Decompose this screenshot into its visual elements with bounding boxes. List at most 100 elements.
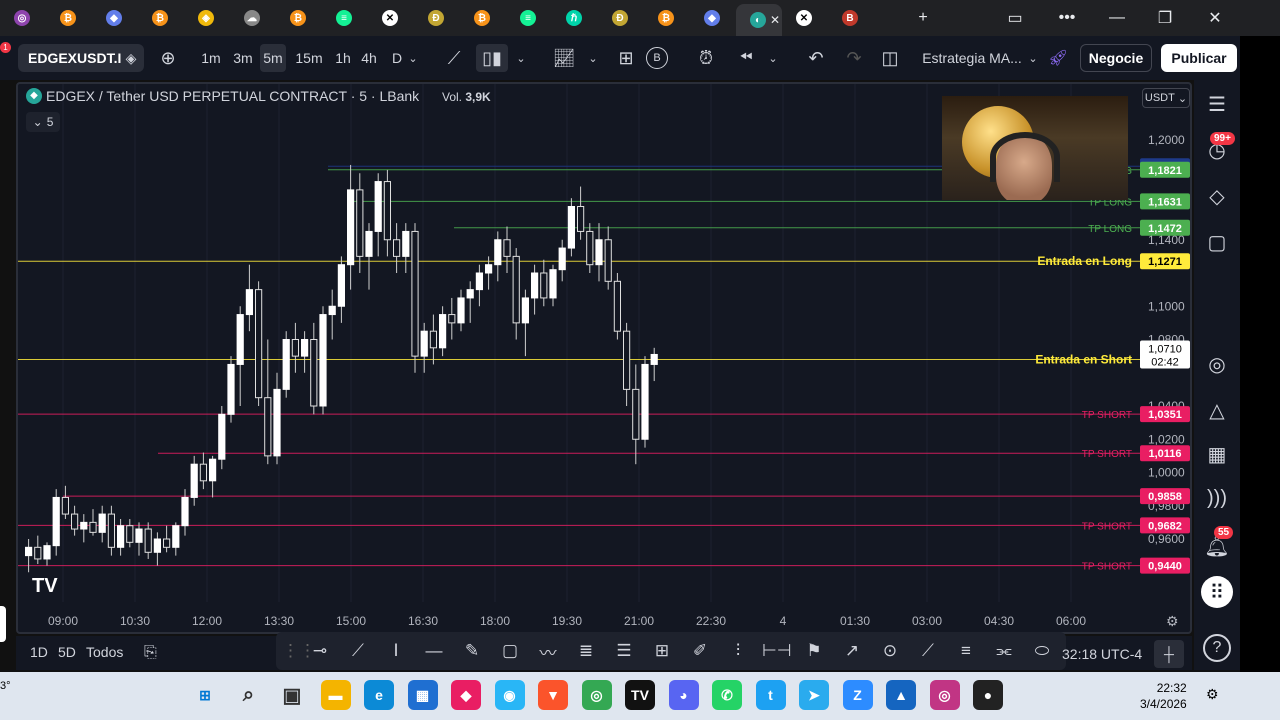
- gem-icon[interactable]: ◆: [451, 680, 481, 710]
- brush-icon[interactable]: ✐: [686, 641, 714, 661]
- close-tab-icon[interactable]: ✕: [770, 13, 780, 27]
- rocket-icon[interactable]: 🚀︎: [1046, 44, 1070, 72]
- interval-1m[interactable]: 1m: [198, 44, 224, 72]
- chevron-down-icon[interactable]: ⌄: [584, 44, 602, 72]
- channel-icon[interactable]: ⫘: [990, 641, 1018, 661]
- date-range-tool-icon[interactable]: ⊢⊣: [762, 641, 792, 661]
- screen-icon[interactable]: ▭: [992, 0, 1038, 36]
- windows-start-icon[interactable]: ⊞: [190, 680, 220, 710]
- tradingview-icon[interactable]: TV: [625, 680, 655, 710]
- new-tab-button[interactable]: +: [900, 0, 946, 36]
- browser-tab[interactable]: ☁: [230, 4, 276, 32]
- browser-tab[interactable]: ◆: [690, 4, 736, 32]
- chevron-down-icon[interactable]: ⌄: [404, 44, 422, 72]
- layers-icon[interactable]: ◇: [1203, 182, 1231, 210]
- browser-tab[interactable]: ℏ: [552, 4, 598, 32]
- ray-icon[interactable]: ↗: [838, 641, 866, 661]
- range-1d[interactable]: 1D: [30, 644, 48, 660]
- browser-tab[interactable]: ◆: [92, 4, 138, 32]
- browser-tab[interactable]: ₿: [644, 4, 690, 32]
- flag-icon[interactable]: ⚑: [800, 641, 828, 661]
- line-tool-icon[interactable]: ⟋: [440, 44, 468, 72]
- redo-icon[interactable]: ↷: [840, 44, 868, 72]
- search-icon[interactable]: ⌕: [234, 680, 264, 710]
- publish-button[interactable]: Publicar: [1161, 44, 1237, 72]
- browser-tab[interactable]: ₿: [276, 4, 322, 32]
- browser-tab[interactable]: ✕: [782, 4, 828, 32]
- crosshair-icon[interactable]: ┼: [1154, 640, 1184, 668]
- store-icon[interactable]: ▦: [407, 680, 438, 710]
- browser-tab[interactable]: Ð: [414, 4, 460, 32]
- zoom-icon[interactable]: Z: [842, 680, 873, 710]
- vertical-line-icon[interactable]: ⫶: [724, 641, 752, 661]
- chevron-down-icon[interactable]: ⌄: [764, 44, 782, 72]
- lines-icon[interactable]: ≡: [952, 641, 980, 661]
- measure-icon[interactable]: ⟋: [914, 641, 942, 661]
- diamond-icon[interactable]: ◈: [120, 44, 142, 72]
- panel-icon[interactable]: ◫: [876, 44, 904, 72]
- drag-handle-icon[interactable]: ⋮⋮: [282, 641, 316, 661]
- browser-tab[interactable]: ◈: [184, 4, 230, 32]
- task-view-icon[interactable]: ▣: [277, 680, 307, 710]
- minimize-button[interactable]: —: [1094, 0, 1140, 36]
- obs-icon[interactable]: ●: [973, 680, 1003, 710]
- indicators-collapse[interactable]: ⌄ 5: [26, 112, 60, 132]
- calendar-icon[interactable]: ▦: [1203, 440, 1231, 468]
- chrome-icon[interactable]: ◎: [581, 680, 612, 710]
- file-explorer-icon[interactable]: ▬: [320, 680, 351, 710]
- browser-tab[interactable]: ₿: [138, 4, 184, 32]
- alert-icon[interactable]: ⏰︎: [692, 44, 720, 72]
- brave-icon[interactable]: ▼: [538, 680, 568, 710]
- horizontal-line-icon[interactable]: —: [420, 641, 448, 661]
- target-icon[interactable]: ◎: [1203, 350, 1231, 378]
- browser-tab[interactable]: ≡: [322, 4, 368, 32]
- browser-tab[interactable]: Ð: [598, 4, 644, 32]
- help-icon[interactable]: ?: [1203, 634, 1231, 662]
- indicators-icon[interactable]: 📈︎: [550, 44, 578, 72]
- shape-icon[interactable]: ⬭: [1028, 641, 1056, 661]
- timezone-readout[interactable]: 32:18 UTC-4: [1062, 646, 1142, 662]
- browser-tab[interactable]: ₿: [46, 4, 92, 32]
- interval-3m[interactable]: 3m: [230, 44, 256, 72]
- system-clock[interactable]: 22:32 3/4/2026: [1140, 680, 1187, 712]
- candles-icon[interactable]: ▯▮: [476, 44, 508, 72]
- browser-tab[interactable]: ✕: [368, 4, 414, 32]
- maximize-button[interactable]: ❐: [1142, 0, 1188, 36]
- strategy-selector[interactable]: Estrategia MA...: [912, 44, 1032, 72]
- b-icon[interactable]: B: [646, 47, 668, 69]
- circle-icon[interactable]: ⊙: [876, 641, 904, 661]
- date-range-icon[interactable]: ⎘: [144, 644, 157, 662]
- chart-panel[interactable]: 1,2000 1,1400 1,1000 1,0800 1,0400 1,0200 1,00…: [16, 82, 1192, 634]
- chevron-down-icon[interactable]: ⌄: [1024, 44, 1042, 72]
- apps-grid-icon[interactable]: ⠿: [1201, 576, 1233, 608]
- trade-button[interactable]: Negocie: [1080, 44, 1152, 72]
- add-compare-icon[interactable]: ⊕: [156, 44, 180, 72]
- replay-icon[interactable]: ⏪︎: [732, 44, 760, 72]
- currency-selector[interactable]: USDT ⌄: [1142, 88, 1190, 108]
- settings-icon[interactable]: ⚙: [1206, 686, 1219, 703]
- layout-grid-icon[interactable]: ⊞: [612, 44, 640, 72]
- edge-icon[interactable]: e: [364, 680, 394, 710]
- mountain-app-icon[interactable]: ▲: [886, 680, 916, 710]
- watchlist-icon[interactable]: ☰: [1203, 90, 1231, 118]
- interval-15m[interactable]: 15m: [292, 44, 326, 72]
- chevron-down-icon[interactable]: ⌄: [512, 44, 530, 72]
- discord-icon[interactable]: ◕: [668, 680, 699, 710]
- ideas-icon[interactable]: △: [1203, 396, 1231, 424]
- interval-4h[interactable]: 4h: [356, 44, 382, 72]
- more-icon[interactable]: •••: [1044, 0, 1090, 36]
- rectangle-icon[interactable]: ▢: [496, 641, 524, 661]
- instagram-icon[interactable]: ◎: [929, 680, 960, 710]
- interval-5m[interactable]: 5m: [260, 44, 286, 72]
- range-all[interactable]: Todos: [86, 644, 123, 660]
- broadcast-icon[interactable]: ))): [1203, 484, 1231, 512]
- browser-tab[interactable]: ◎: [0, 4, 46, 32]
- grid-tool-icon[interactable]: ⊞: [648, 641, 676, 661]
- telegram-icon[interactable]: ➤: [799, 680, 829, 710]
- whatsapp-icon[interactable]: ✆: [712, 680, 742, 710]
- browser-tab[interactable]: ≡: [506, 4, 552, 32]
- browser-tab[interactable]: B: [828, 4, 874, 32]
- pencil-icon[interactable]: ✎: [458, 641, 486, 661]
- interval-1h[interactable]: 1h: [330, 44, 356, 72]
- browser-tab[interactable]: ₿: [460, 4, 506, 32]
